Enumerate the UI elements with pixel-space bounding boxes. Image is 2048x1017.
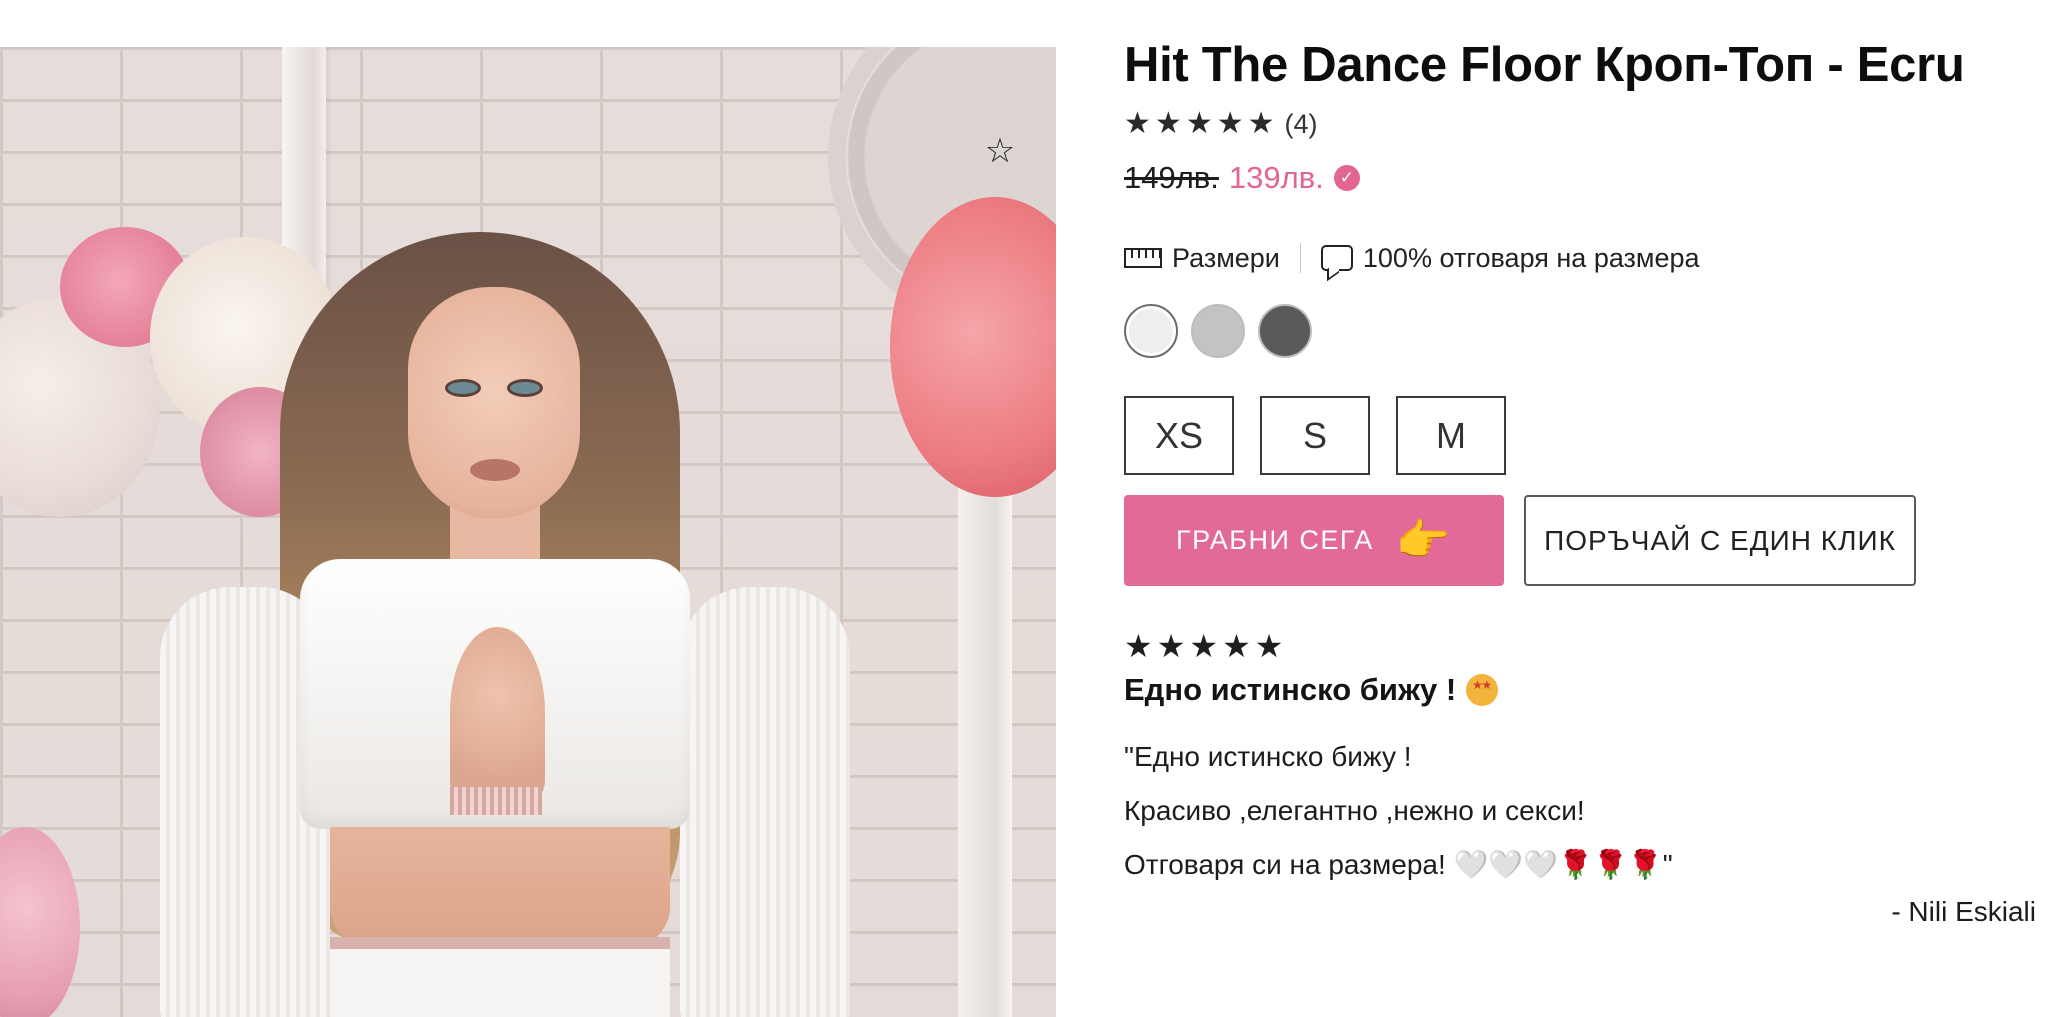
size-selector: XS S M — [1124, 396, 2036, 475]
size-option-s[interactable]: S — [1260, 396, 1370, 475]
star-filled-icon: ★ — [1156, 628, 1186, 664]
model-waist — [330, 827, 670, 947]
model-eye — [448, 382, 478, 394]
size-info-row: Размери 100% отговаря на размера — [1124, 238, 2036, 278]
color-swatch-ecru[interactable] — [1124, 304, 1178, 358]
garment-belt — [450, 787, 542, 815]
star-filled-icon: ★ — [1254, 628, 1284, 664]
product-image[interactable]: ☆ — [0, 47, 1056, 1017]
review-line: Красиво ,елегантно ,нежно и секси! — [1124, 795, 1585, 826]
size-option-m[interactable]: M — [1396, 396, 1506, 475]
buy-now-label: ГРАБНИ СЕГА — [1175, 525, 1374, 555]
review-author: - Nili Eskiali — [1891, 896, 2036, 927]
model-sleeve — [680, 587, 850, 1017]
product-info: Hit The Dance Floor Кроп-Топ - Ecru ★ ★ … — [1124, 36, 2036, 928]
buy-now-button[interactable]: ГРАБНИ СЕГА 👉 — [1124, 495, 1504, 586]
featured-review: ★ ★ ★ ★ ★ Едно истинско бижу ! "Едно ист… — [1124, 630, 2036, 928]
color-swatch-dark-grey[interactable] — [1258, 304, 1312, 358]
model-face — [408, 287, 580, 519]
divider — [1299, 243, 1301, 273]
model-lips — [470, 459, 520, 481]
review-body: "Едно истинско бижу ! Красиво ,елегантно… — [1124, 730, 2036, 892]
fit-label: 100% отговаря на размера — [1362, 242, 1700, 273]
model-skirt — [330, 937, 670, 1017]
wishlist-star-icon[interactable]: ☆ — [980, 131, 1020, 171]
model-eye — [510, 382, 540, 394]
price-block: 149лв. 139лв. ✓ — [1124, 158, 2036, 198]
star-struck-emoji-icon — [1466, 674, 1499, 706]
review-line: "Едно истинско бижу ! — [1124, 741, 1412, 772]
star-filled-icon: ★ — [1222, 628, 1251, 664]
garment-cutout — [450, 627, 545, 797]
color-swatch-light-grey[interactable] — [1191, 304, 1245, 358]
size-chart-link[interactable]: Размери — [1172, 243, 1280, 274]
review-count[interactable]: (4) — [1285, 109, 1318, 140]
ruler-icon — [1124, 248, 1162, 268]
decorative-frame — [958, 467, 1012, 1017]
rating-summary[interactable]: ★ ★ ★ ★ ★ (4) — [1124, 106, 2036, 142]
review-title-text: Едно истинско бижу ! — [1124, 672, 1457, 707]
cta-row: ГРАБНИ СЕГА 👉 ПОРЪЧАЙ С ЕДИН КЛИК — [1124, 495, 2036, 586]
size-option-xs[interactable]: XS — [1124, 396, 1234, 475]
product-page: ☆ Hit The Dance Floor Кроп-Топ - Ecru ★ … — [0, 0, 2048, 1017]
model-figure — [160, 187, 960, 1017]
star-filled-icon: ★ — [1124, 107, 1151, 140]
star-filled-icon: ★ — [1216, 107, 1244, 140]
sale-price: 139лв. — [1228, 160, 1324, 195]
review-line: Отговаря си на размера! 🤍🤍🤍🌹🌹🌹" — [1124, 849, 1673, 880]
star-filled-icon: ★ — [1185, 107, 1213, 140]
rating-stars: ★ ★ ★ ★ ★ — [1124, 109, 1275, 139]
one-click-order-button[interactable]: ПОРЪЧАЙ С ЕДИН КЛИК — [1524, 495, 1916, 586]
review-title: Едно истинско бижу ! — [1124, 672, 2036, 708]
old-price: 149лв. — [1124, 160, 1219, 195]
speech-bubble-icon — [1320, 245, 1353, 271]
verified-check-icon: ✓ — [1333, 165, 1360, 191]
star-filled-icon: ★ — [1189, 628, 1219, 664]
star-filled-icon: ★ — [1154, 107, 1182, 140]
color-swatches — [1124, 304, 2036, 358]
product-title: Hit The Dance Floor Кроп-Топ - Ecru — [1124, 38, 1965, 92]
review-stars: ★ ★ ★ ★ ★ — [1124, 630, 2036, 662]
star-filled-icon: ★ — [1124, 628, 1153, 664]
star-filled-icon: ★ — [1247, 107, 1275, 140]
pointing-hand-icon: 👉 — [1395, 515, 1453, 565]
